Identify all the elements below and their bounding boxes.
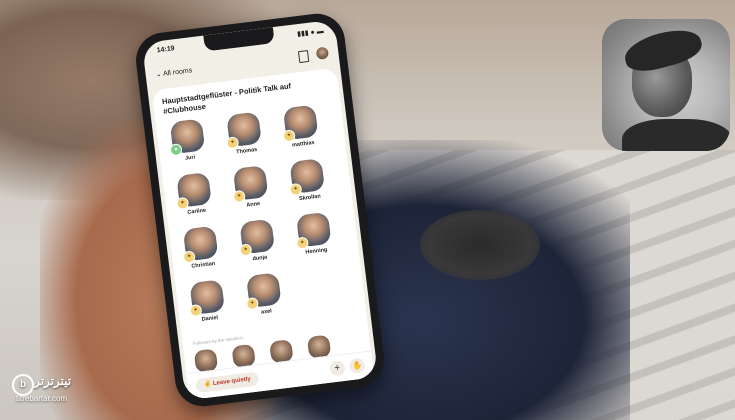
avatar: ✦: [245, 272, 282, 311]
speaker-anne[interactable]: ✦ Anne: [224, 164, 279, 211]
followed-by-speakers-label: Followed by the speakers: [192, 334, 244, 347]
party-icon: ✦: [189, 303, 203, 318]
portrait-body: [622, 119, 730, 151]
speaker-juri[interactable]: ● Juri: [161, 117, 216, 164]
avatar: ✦: [282, 104, 319, 143]
speaker-dunja[interactable]: ✦ dunja: [230, 218, 285, 265]
watermark: b تیترترتر titrebartar.com: [8, 374, 128, 414]
party-icon: ✦: [245, 296, 260, 311]
add-button[interactable]: +: [329, 359, 346, 377]
watermark-text: تیترترتر: [34, 374, 72, 388]
speaker-axel[interactable]: ✦ axel: [237, 271, 292, 318]
party-icon: ✦: [239, 243, 253, 257]
watermark-url: titrebartar.com: [16, 394, 68, 403]
speaker-skrollan[interactable]: ✦ Skrollan: [280, 157, 335, 204]
avatar: ●: [169, 118, 206, 157]
leave-quietly-button[interactable]: ✌ Leave quietly: [195, 371, 260, 394]
phone-screen: 14:19 ▮▮▮ ● ▬ ⌄ All rooms Hauptstadtgefl…: [141, 19, 379, 401]
speaker-daniel[interactable]: ✦ Daniel: [180, 278, 235, 325]
room-panel: Hauptstadtgeflüster - Politik Talk auf #…: [151, 67, 375, 400]
party-icon: ✦: [175, 196, 190, 211]
party-icon: ✦: [295, 236, 310, 250]
avatar: ✦: [189, 279, 226, 318]
all-rooms-link[interactable]: ⌄ All rooms: [155, 66, 192, 78]
watermark-logo: b: [12, 374, 34, 396]
avatar: ✦: [182, 225, 219, 264]
shoe: [420, 210, 540, 280]
hand-icon[interactable]: ✋: [348, 357, 366, 375]
speaker-matthias[interactable]: ✦ matthias: [274, 103, 329, 150]
moderator-badge-icon: ●: [169, 143, 183, 157]
avatar: ✦: [232, 165, 269, 204]
avatar: ✦: [295, 211, 332, 250]
profile-avatar[interactable]: [315, 46, 330, 60]
speaker-henning[interactable]: ✦ Henning: [287, 211, 342, 258]
photo-scene: 14:19 ▮▮▮ ● ▬ ⌄ All rooms Hauptstadtgefl…: [0, 0, 735, 420]
document-icon[interactable]: [297, 49, 310, 64]
all-rooms-label: All rooms: [162, 67, 193, 78]
status-time: 14:19: [156, 45, 176, 55]
avatar: ✦: [175, 172, 212, 211]
leave-quietly-label: Leave quietly: [212, 376, 252, 388]
avatar: ✦: [239, 218, 276, 257]
avatar: ✦: [225, 111, 262, 150]
avatar: ✦: [289, 158, 326, 197]
party-icon: ✦: [282, 129, 296, 143]
status-icons: ▮▮▮ ● ▬: [296, 27, 325, 39]
speaker-thomas[interactable]: ✦ Thomas: [217, 110, 272, 157]
party-icon: ✦: [225, 136, 240, 150]
party-icon: ✦: [232, 189, 246, 204]
party-icon: ✦: [289, 182, 303, 197]
party-icon: ✦: [182, 250, 196, 264]
clubhouse-app-icon: [602, 19, 730, 151]
speaker-christian[interactable]: ✦ Christian: [174, 225, 229, 272]
speaker-carline[interactable]: ✦ Carline: [167, 171, 222, 218]
